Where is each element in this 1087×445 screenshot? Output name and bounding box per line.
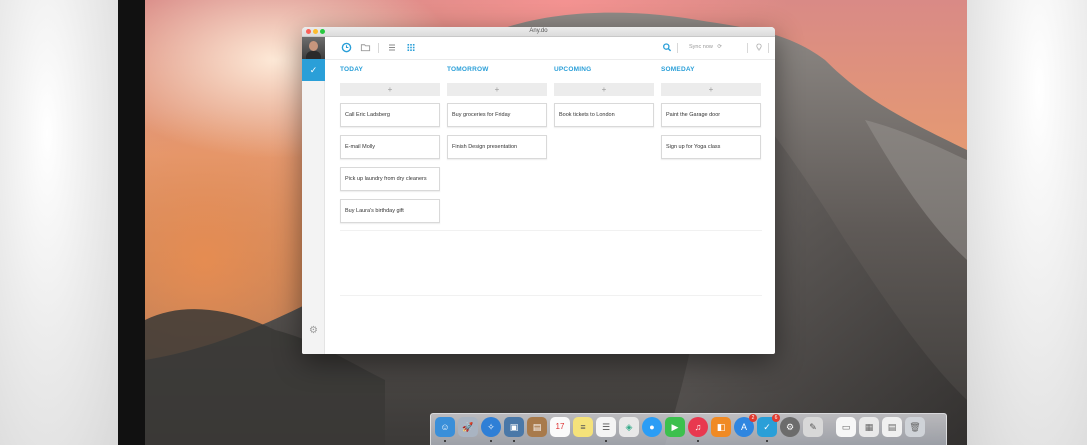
toolbar-divider (677, 43, 678, 53)
task-card[interactable]: Pick up laundry from dry cleaners (340, 167, 440, 191)
itunes-icon[interactable]: ♫ (688, 417, 708, 437)
add-task-button[interactable]: + (340, 83, 440, 96)
task-card[interactable]: Book tickets to London (554, 103, 654, 127)
add-task-button[interactable]: + (661, 83, 761, 96)
launchpad-icon[interactable]: 🚀 (458, 417, 478, 437)
avatar[interactable] (302, 37, 325, 59)
column-tomorrow: TOMORROW + Buy groceries for Friday Fini… (447, 65, 547, 167)
sidebar: ✓ ⚙ (302, 37, 325, 354)
column-upcoming: UPCOMING + Book tickets to London (554, 65, 654, 135)
preview-icon[interactable]: ▦ (859, 417, 879, 437)
running-indicator (490, 440, 492, 442)
blurred-background-left (0, 0, 118, 445)
sync-now-label: Sync now (689, 44, 713, 50)
finder-icon[interactable]: ☺ (435, 417, 455, 437)
photo-icon[interactable]: ▣ (504, 417, 524, 437)
anydo-badge: 6 (772, 414, 780, 422)
calendar-day: 17 (555, 422, 565, 431)
column-today: TODAY + Call Eric Ladsberg E-mail Molly … (340, 65, 440, 231)
task-card[interactable]: E-mail Molly (340, 135, 440, 159)
settings-gear-icon[interactable]: ⚙ (302, 325, 325, 336)
tasks-check-icon[interactable]: ✓ (302, 59, 325, 81)
task-card[interactable]: Finish Design presentation (447, 135, 547, 159)
toolbar-divider (747, 43, 748, 53)
messages-icon[interactable]: ● (642, 417, 662, 437)
list-icon[interactable] (387, 42, 397, 53)
task-card[interactable]: Buy Laura's birthday gift (340, 199, 440, 223)
dock: ☺ 🚀 ✧ ▣ ▤ 17 ≡ ☰ ◈ ● ▶ ♫ ◧ A 2 ✓ 6 ⚙ ✎ ▭… (430, 413, 947, 445)
running-indicator (697, 440, 699, 442)
safari-icon[interactable]: ✧ (481, 417, 501, 437)
search-icon[interactable] (662, 42, 672, 53)
downloads-icon[interactable]: ▤ (882, 417, 902, 437)
column-title: TOMORROW (447, 66, 489, 73)
column-title: SOMEDAY (661, 66, 695, 73)
maps-icon[interactable]: ◈ (619, 417, 639, 437)
calendar-icon[interactable]: 17 (550, 417, 570, 437)
contacts-icon[interactable]: ▤ (527, 417, 547, 437)
running-indicator (766, 440, 768, 442)
task-card[interactable]: Paint the Garage door (661, 103, 761, 127)
grid-icon[interactable] (406, 42, 416, 53)
task-card[interactable]: Buy groceries for Friday (447, 103, 547, 127)
reminders-icon[interactable]: ☰ (596, 417, 616, 437)
anydo-window: Any.do ✓ ⚙ Sync now ⟳ TODAY + Call Eric … (302, 27, 775, 354)
notes-icon[interactable]: ≡ (573, 417, 593, 437)
facetime-icon[interactable]: ▶ (665, 417, 685, 437)
ibooks-icon[interactable]: ◧ (711, 417, 731, 437)
textedit-icon[interactable]: ✎ (803, 417, 823, 437)
lightbulb-icon[interactable] (755, 42, 763, 53)
system-preferences-icon[interactable]: ⚙ (780, 417, 800, 437)
task-card[interactable]: Sign up for Yoga class (661, 135, 761, 159)
title-bar: Any.do (302, 27, 775, 37)
clock-icon[interactable] (341, 42, 352, 53)
sync-now-button[interactable]: Sync now ⟳ (689, 44, 722, 50)
task-card[interactable]: Call Eric Ladsberg (340, 103, 440, 127)
sync-icon: ⟳ (717, 44, 722, 50)
add-task-button[interactable]: + (447, 83, 547, 96)
column-title: UPCOMING (554, 66, 592, 73)
running-indicator (444, 440, 446, 442)
window-title: Any.do (529, 28, 548, 34)
toolbar: Sync now ⟳ (325, 37, 775, 60)
column-title: TODAY (340, 66, 364, 73)
add-task-button[interactable]: + (554, 83, 654, 96)
toolbar-divider (378, 43, 379, 53)
blurred-background-right (967, 0, 1087, 445)
document-icon[interactable]: ▭ (836, 417, 856, 437)
running-indicator (605, 440, 607, 442)
app-store-badge: 2 (749, 414, 757, 422)
column-someday: SOMEDAY + Paint the Garage door Sign up … (661, 65, 761, 167)
running-indicator (513, 440, 515, 442)
toolbar-divider (768, 43, 769, 53)
divider-line (340, 295, 762, 296)
folder-icon[interactable] (360, 42, 371, 53)
trash-icon[interactable]: 🗑 (905, 417, 925, 437)
